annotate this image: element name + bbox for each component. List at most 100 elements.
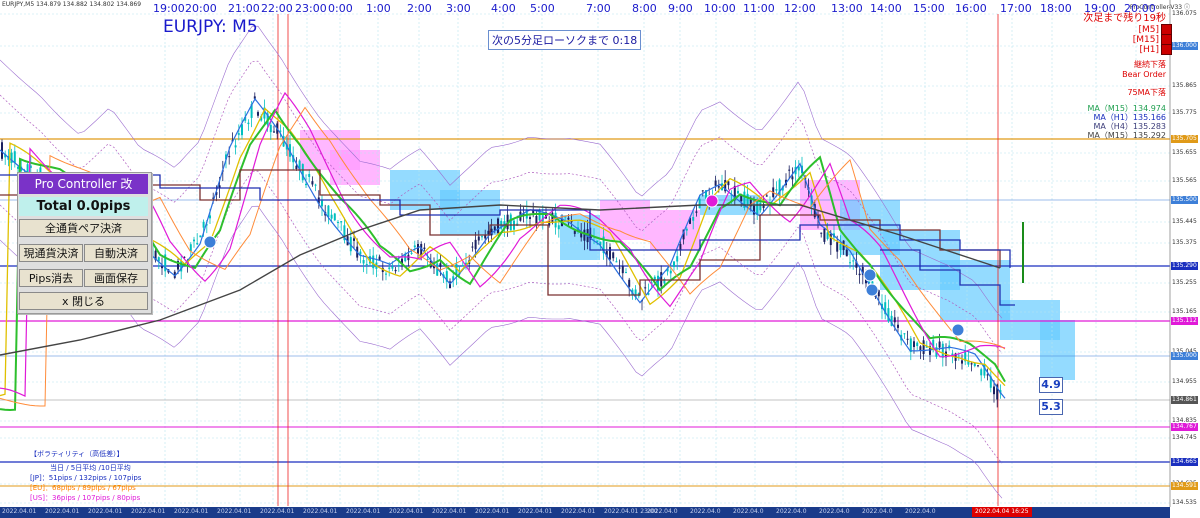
close-current-pair-button[interactable]: 現通貨決済: [19, 244, 83, 262]
candle-body-128: [410, 252, 413, 254]
candle-body-77: [247, 122, 250, 125]
candle-body-237: [759, 202, 762, 211]
candle-body-227: [727, 181, 730, 186]
signal-star-marker-2: [865, 283, 879, 297]
date-tick-label: 2022.04.01: [174, 508, 209, 515]
panel-title[interactable]: Pro Controller 改: [19, 174, 148, 194]
price-tick-label: 135.255: [1172, 279, 1197, 286]
candle-body-191: [612, 252, 615, 259]
candle-body-96: [308, 173, 311, 178]
date-tick-label: 2022.04.01: [389, 508, 424, 515]
save-screen-button[interactable]: 画面保存: [84, 269, 148, 287]
candle-body-121: [388, 267, 391, 269]
price-level-flag: 135.112: [1171, 317, 1198, 325]
candle-body-97: [311, 181, 314, 185]
candle-body-102: [327, 205, 330, 217]
candle-body-247: [791, 176, 794, 180]
candle-body-150: [481, 236, 483, 238]
trading-chart[interactable]: EURJPY,M5 134.879 134.882 134.802 134.86…: [0, 0, 1200, 518]
candle-body-246: [788, 169, 791, 171]
price-level-flag: 134.591: [1171, 482, 1198, 490]
candle-body-4: [13, 151, 16, 163]
chart-header-info: EURJPY,M5 134.879 134.882 134.802 134.86…: [2, 1, 142, 8]
auto-close-button[interactable]: 自動決済: [84, 244, 148, 262]
candle-body-190: [609, 246, 611, 260]
candle-body-288: [922, 340, 925, 355]
cloud-band-13: [1040, 320, 1075, 380]
date-tick-label: 2022.04.0: [647, 508, 678, 515]
candle-body-242: [775, 189, 778, 191]
ma-value-m15-long: MA（M15）135.292: [1087, 131, 1166, 140]
candle-body-217: [695, 211, 698, 213]
price-tick-label: 134.535: [1172, 499, 1197, 506]
price-tick-label: 136.075: [1172, 10, 1197, 17]
date-tick-label: 2022.04.0: [819, 508, 850, 515]
candle-body-193: [618, 267, 621, 269]
candle-body-106: [340, 221, 343, 223]
hour-tick-label: 15:00: [913, 2, 945, 15]
signal-star-marker-0: [203, 235, 217, 249]
hour-tick-label: 12:00: [784, 2, 816, 15]
candle-body-192: [615, 261, 618, 263]
date-tick-label: 2022.04.01: [475, 508, 510, 515]
candle-body-5: [17, 166, 19, 169]
cloud-band-5: [600, 200, 650, 240]
candle-body-123: [394, 269, 397, 272]
candle-body-293: [938, 341, 941, 348]
candle-body-196: [628, 279, 631, 287]
price-tick-label: 135.445: [1172, 218, 1197, 225]
candle-body-50: [161, 266, 163, 269]
date-tick-label: 2022.04.01: [217, 508, 252, 515]
hour-tick-label: 17:00: [1000, 2, 1032, 15]
volatility-title: 【ボラティリティ（高低差）】: [30, 450, 124, 458]
chart-canvas[interactable]: [0, 0, 1200, 518]
candle-body-283: [906, 338, 909, 340]
candle-body-129: [413, 245, 416, 248]
clear-pips-button[interactable]: Pips消去: [19, 269, 83, 287]
candle-body-63: [202, 221, 205, 228]
signal-cross-marker: [705, 194, 719, 208]
price-tick-label: 135.655: [1172, 149, 1197, 156]
candle-body-122: [391, 266, 394, 269]
candle-body-92: [295, 165, 298, 169]
volatility-row-eu: [EU]：68pips / 89pips / 67pips: [30, 484, 136, 492]
candle-body-112: [359, 251, 362, 255]
hour-tick-label: 7:00: [586, 2, 611, 15]
candle-body-71: [228, 156, 231, 158]
candle-body-155: [497, 218, 499, 234]
candle-body-201: [644, 287, 647, 289]
candle-body-103: [330, 214, 333, 219]
candle-body-137: [439, 263, 442, 267]
candle-body-305: [977, 365, 979, 367]
candle-body-299: [957, 355, 960, 357]
candle-body-230: [737, 190, 739, 194]
hour-tick-label: 9:00: [668, 2, 693, 15]
close-panel-button[interactable]: x 閉じる: [19, 292, 148, 310]
candle-body-116: [372, 255, 375, 269]
candle-body-104: [333, 213, 336, 221]
hour-tick-label: 0:00: [328, 2, 353, 15]
date-tick-label: 2022.04.0: [690, 508, 721, 515]
hour-tick-label: 21:00: [228, 2, 260, 15]
close-all-pairs-button[interactable]: 全通貨ペア決済: [19, 219, 148, 237]
candle-body-105: [337, 221, 339, 223]
hour-tick-label: 10:00: [704, 2, 736, 15]
candle-body-236: [756, 200, 759, 216]
symbol-title: EURJPY: M5: [163, 17, 258, 37]
hour-tick-label: 8:00: [632, 2, 657, 15]
candle-body-280: [897, 324, 899, 328]
price-tick-label: 135.565: [1172, 177, 1197, 184]
candle-body-219: [701, 190, 704, 192]
candle-body-179: [573, 230, 576, 234]
candle-body-265: [849, 262, 851, 264]
candle-body-194: [621, 266, 624, 274]
candle-body-310: [993, 386, 995, 395]
hour-tick-label: 23:00: [295, 2, 327, 15]
date-tick-label: 2022.04.0: [905, 508, 936, 515]
candle-body-114: [365, 264, 368, 266]
price-tick-label: 134.745: [1172, 434, 1197, 441]
hour-tick-label: 4:00: [491, 2, 516, 15]
candle-body-60: [193, 239, 195, 242]
candle-body-282: [903, 333, 906, 335]
trend-status-1: 継続下落: [1134, 60, 1166, 69]
